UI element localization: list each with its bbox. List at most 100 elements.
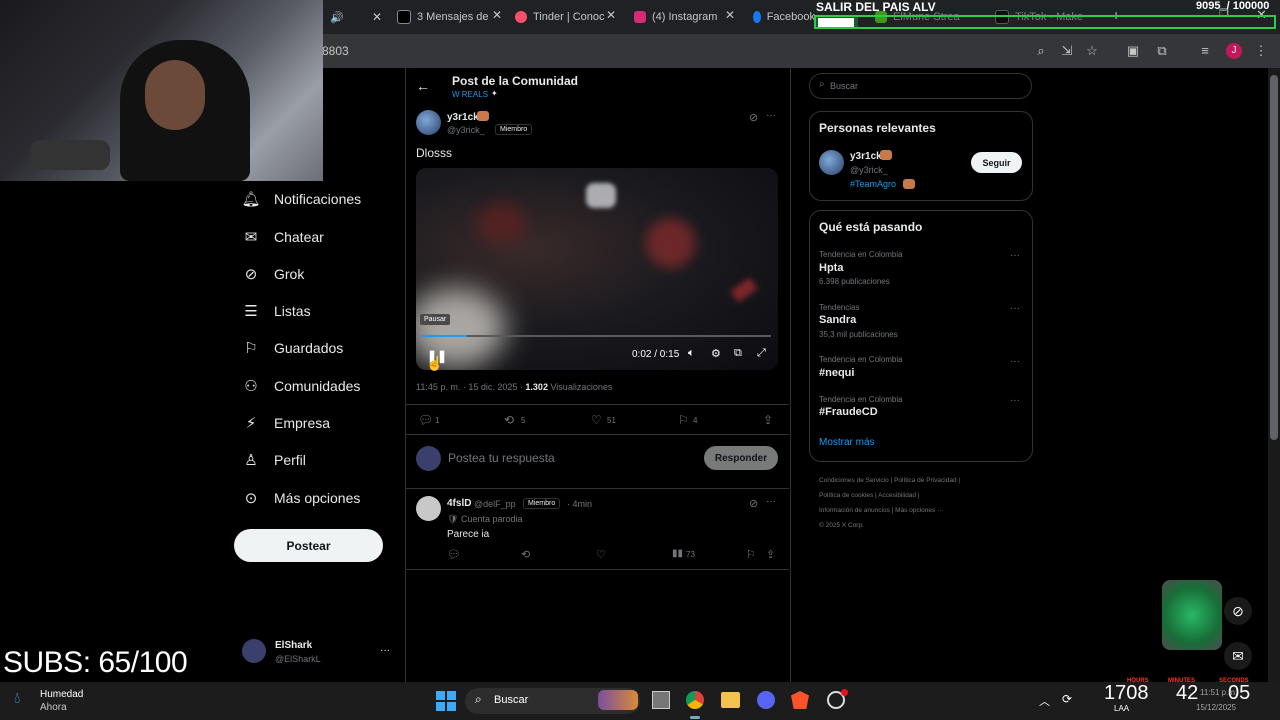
discord-icon[interactable]	[757, 691, 775, 709]
reply-author-avatar[interactable]	[416, 496, 441, 521]
reply-icon[interactable]: 💬︎	[447, 548, 461, 561]
trend-title[interactable]: #FraudeCD	[819, 406, 878, 418]
media-control-icon[interactable]: ≡	[1196, 42, 1214, 60]
tab-mensajes[interactable]: 3 Mensajes de	[397, 6, 505, 28]
sync-icon[interactable]: ⟳	[1062, 692, 1072, 706]
close-icon[interactable]: ✕	[372, 10, 382, 24]
account-name[interactable]: ElShark	[275, 640, 312, 651]
volume-icon[interactable]: 🔈︎	[688, 347, 695, 360]
trend-title[interactable]: #nequi	[819, 367, 854, 379]
reply-author-name[interactable]: 4fslD	[447, 498, 471, 509]
share-icon[interactable]: ⇪	[763, 413, 773, 427]
system-date[interactable]: 15/12/2025	[1196, 703, 1236, 712]
person-tag[interactable]: #TeamAgro	[850, 179, 896, 189]
trend-title[interactable]: Hpta	[819, 262, 843, 274]
install-app-icon[interactable]: ⇲	[1058, 42, 1076, 60]
sidebar-item-mas-opciones[interactable]: ⊙ Más opciones	[242, 484, 361, 512]
speaker-icon[interactable]: 🔊	[330, 11, 344, 24]
settings-icon[interactable]: ⚙	[711, 347, 721, 360]
footer-link[interactable]: Política de Privacidad	[894, 477, 957, 484]
author-name[interactable]: y3r1ck	[447, 112, 479, 123]
show-more-link[interactable]: Mostrar más	[819, 437, 875, 448]
language-indicator[interactable]: LAA	[1114, 704, 1129, 713]
tab-facebook[interactable]: Facebook	[753, 6, 815, 28]
sidebar-item-listas[interactable]: ☰ Listas	[242, 297, 310, 325]
tab-active-stream[interactable]: 🔊 ✕	[322, 6, 382, 28]
sidebar-item-notificaciones[interactable]: 🔔︎ Notificaciones	[241, 185, 361, 213]
close-icon[interactable]: ✕	[606, 8, 616, 22]
extensions-icon[interactable]: ⧉	[1153, 42, 1171, 60]
sidebar-item-perfil[interactable]: ♙ Perfil	[242, 446, 306, 474]
windows-start-icon[interactable]	[436, 691, 456, 711]
tab-label: Facebook	[766, 11, 815, 23]
account-avatar[interactable]	[242, 639, 266, 663]
chrome-icon[interactable]	[686, 691, 704, 709]
search-input[interactable]: Buscar	[830, 81, 858, 91]
bookmark-icon[interactable]: ⚐	[678, 413, 689, 427]
menu-icon[interactable]: ⋮	[1252, 42, 1270, 60]
video-player[interactable]	[416, 168, 778, 370]
sidebar-item-chatear[interactable]: ✉ Chatear	[242, 223, 324, 251]
footer-link[interactable]: Política de cookies	[819, 492, 873, 499]
account-more-icon[interactable]: ···	[380, 645, 390, 656]
taskbar-search-label[interactable]: Buscar	[494, 694, 528, 706]
sidebar-item-empresa[interactable]: ⚡︎ Empresa	[242, 409, 330, 437]
person-name[interactable]: y3r1ck	[850, 151, 882, 162]
sidebar-item-grok[interactable]: ⊘ Grok	[242, 260, 305, 288]
person-avatar[interactable]	[819, 150, 844, 175]
file-explorer-icon[interactable]	[721, 692, 740, 708]
close-icon[interactable]: ✕	[725, 8, 735, 22]
grok-icon[interactable]: ⊘	[749, 111, 758, 124]
chevron-up-icon[interactable]: ︿	[1039, 693, 1050, 709]
video-blur-red	[646, 218, 696, 268]
share-icon[interactable]: ⇪	[766, 548, 775, 561]
sidebar-icon[interactable]: ▣	[1124, 42, 1142, 60]
close-icon[interactable]: ✕	[492, 8, 502, 22]
pip-icon[interactable]: ⧉	[734, 347, 742, 360]
mail-icon[interactable]: ✉	[1224, 642, 1252, 670]
footer-link[interactable]: Información de anuncios	[819, 507, 890, 514]
tab-instagram[interactable]: (4) Instagram	[634, 6, 726, 28]
more-icon[interactable]: ···	[766, 496, 776, 507]
fullscreen-icon[interactable]: ⤢	[757, 347, 766, 360]
system-time[interactable]: 11:51 p.m.	[1200, 688, 1237, 697]
tab-tinder[interactable]: Tinder | Conoc	[515, 6, 605, 28]
star-icon[interactable]: ☆	[1083, 42, 1101, 60]
reply-icon[interactable]: 💬︎	[418, 413, 433, 427]
humidity-icon[interactable]: 💧︎	[14, 690, 20, 708]
like-icon[interactable]: ♡	[596, 548, 606, 561]
back-arrow-icon[interactable]: ←	[416, 78, 430, 94]
more-icon[interactable]: ···	[1010, 250, 1020, 261]
footer-separator: |	[875, 492, 877, 499]
more-icon[interactable]: ···	[766, 110, 776, 121]
repost-icon[interactable]: ⟲	[521, 548, 530, 561]
bookmark-icon[interactable]: ⚐	[746, 548, 756, 561]
reply-input[interactable]: Postea tu respuesta	[448, 451, 555, 465]
zoom-icon[interactable]: ⌕	[1032, 42, 1050, 60]
reply-button[interactable]: Responder	[704, 446, 778, 470]
community-name[interactable]: W REALS	[452, 90, 488, 99]
weather-title[interactable]: Humedad	[40, 689, 83, 700]
more-icon[interactable]: ···	[1010, 303, 1020, 314]
url-text[interactable]: 8803	[322, 44, 349, 58]
like-icon[interactable]: ♡	[591, 413, 602, 427]
video-progress-track[interactable]	[422, 335, 771, 337]
post-button[interactable]: Postear	[234, 529, 383, 562]
sidebar-item-guardados[interactable]: ⚐ Guardados	[242, 334, 343, 362]
footer-link[interactable]: Accesibilidad	[878, 492, 916, 499]
author-avatar[interactable]	[416, 110, 441, 135]
footer-link[interactable]: Más opciones ···	[895, 507, 943, 514]
more-icon[interactable]: ···	[1010, 356, 1020, 367]
follow-button[interactable]: Seguir	[971, 152, 1022, 173]
scrollbar-thumb[interactable]	[1270, 75, 1278, 440]
grok-icon[interactable]: ⊘	[1224, 597, 1252, 625]
more-icon[interactable]: ···	[1010, 395, 1020, 406]
profile-avatar[interactable]: J	[1226, 43, 1242, 59]
trend-title[interactable]: Sandra	[819, 314, 856, 326]
views-icon[interactable]: ▮▮	[672, 548, 683, 559]
task-view-icon[interactable]	[652, 691, 670, 709]
repost-icon[interactable]: ⟲	[504, 413, 514, 427]
sidebar-item-comunidades[interactable]: ⚇ Comunidades	[242, 372, 360, 400]
grok-icon[interactable]: ⊘	[749, 497, 758, 510]
footer-link[interactable]: Condiciones de Servicio	[819, 477, 889, 484]
